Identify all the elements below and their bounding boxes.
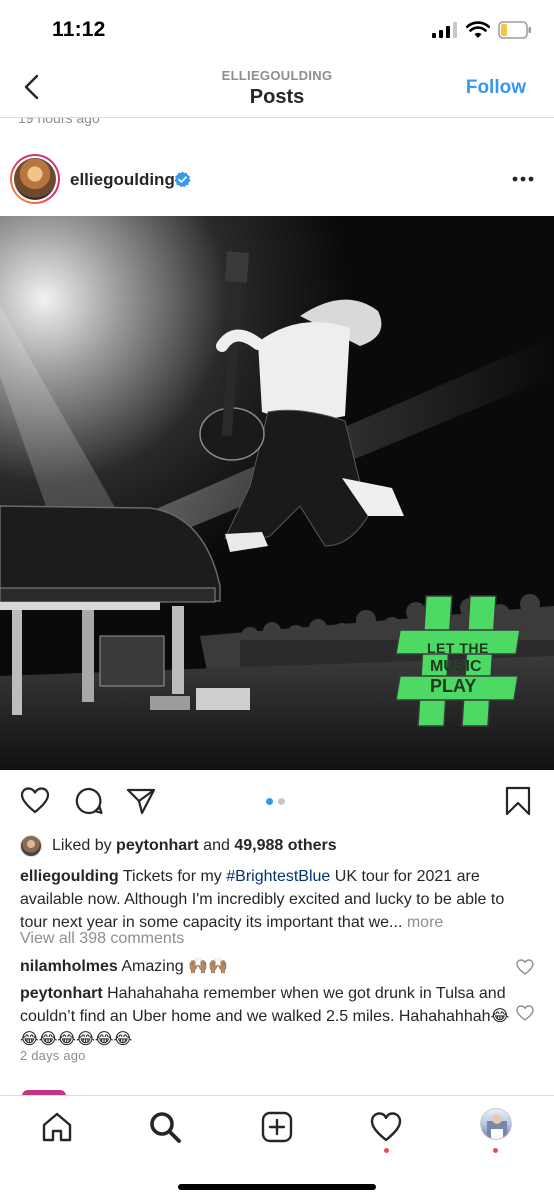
profile-icon[interactable] bbox=[480, 1108, 512, 1140]
post-header: elliegoulding bbox=[0, 140, 554, 216]
more-icon[interactable] bbox=[512, 176, 534, 182]
activity-icon[interactable] bbox=[369, 1110, 403, 1144]
tab-bar bbox=[0, 1095, 554, 1200]
avatar[interactable] bbox=[10, 154, 60, 204]
post-caption: elliegoulding Tickets for my #BrightestB… bbox=[20, 865, 535, 934]
carousel-dot bbox=[278, 798, 285, 805]
nav-header: ELLIEGOULDING Posts Follow bbox=[0, 58, 554, 118]
comment-like-heart-icon[interactable] bbox=[516, 1005, 534, 1021]
comment-username[interactable]: nilamholmes bbox=[20, 958, 118, 975]
comment-icon[interactable] bbox=[74, 786, 104, 816]
post-image[interactable]: LET THE MUSIC PLAY bbox=[0, 216, 554, 770]
caption-more-link[interactable]: more bbox=[407, 914, 443, 931]
overlay-line2: MUSIC bbox=[430, 658, 482, 675]
home-icon[interactable] bbox=[40, 1110, 74, 1144]
search-icon[interactable] bbox=[148, 1110, 182, 1144]
carousel-dot-active bbox=[266, 798, 273, 805]
post-actions bbox=[0, 770, 554, 832]
likes-count[interactable]: 49,988 others bbox=[234, 837, 336, 855]
status-icons bbox=[432, 21, 532, 39]
likes-connector: and bbox=[203, 837, 230, 854]
battery-icon bbox=[498, 21, 531, 39]
post-date: 2 days ago bbox=[20, 1048, 86, 1063]
comment-like-heart-icon[interactable] bbox=[516, 959, 534, 975]
liker-username[interactable]: peytonhart bbox=[116, 837, 199, 855]
cellular-signal-icon bbox=[432, 22, 457, 38]
wifi-icon bbox=[466, 21, 490, 38]
comment-text: Amazing 🙌🏽🙌🏽 bbox=[121, 958, 228, 975]
avatar-image bbox=[14, 158, 56, 200]
status-time: 11:12 bbox=[52, 18, 106, 41]
likes-prefix: Liked by bbox=[52, 837, 112, 854]
follow-button[interactable]: Follow bbox=[466, 77, 526, 99]
profile-notification-dot bbox=[493, 1148, 498, 1153]
comment-item: nilamholmes Amazing 🙌🏽🙌🏽 bbox=[20, 955, 510, 978]
overlay-line3: PLAY bbox=[430, 676, 477, 696]
activity-notification-dot bbox=[384, 1148, 389, 1153]
overlay-line1: LET THE bbox=[427, 640, 489, 656]
comment-item: peytonhart Hahahahaha remember when we g… bbox=[20, 982, 510, 1051]
bookmark-icon[interactable] bbox=[504, 786, 532, 816]
liker-avatar bbox=[20, 835, 42, 857]
profile-photo bbox=[487, 1114, 507, 1139]
comment-username[interactable]: peytonhart bbox=[20, 985, 103, 1002]
view-all-comments-link[interactable]: View all 398 comments bbox=[20, 930, 184, 948]
likes-line[interactable]: Liked by peytonhart and 49,988 others bbox=[20, 834, 337, 858]
status-bar: 11:12 bbox=[0, 0, 554, 58]
post-username[interactable]: elliegoulding bbox=[70, 170, 175, 190]
verified-badge-icon bbox=[174, 171, 191, 188]
caption-hashtag[interactable]: #BrightestBlue bbox=[226, 868, 330, 885]
carousel-indicator bbox=[266, 798, 285, 805]
heart-icon[interactable] bbox=[20, 786, 50, 816]
home-indicator bbox=[178, 1184, 376, 1190]
caption-text-before: Tickets for my bbox=[122, 868, 222, 885]
share-icon[interactable] bbox=[126, 786, 156, 816]
caption-username[interactable]: elliegoulding bbox=[20, 868, 119, 885]
add-icon[interactable] bbox=[260, 1110, 294, 1144]
